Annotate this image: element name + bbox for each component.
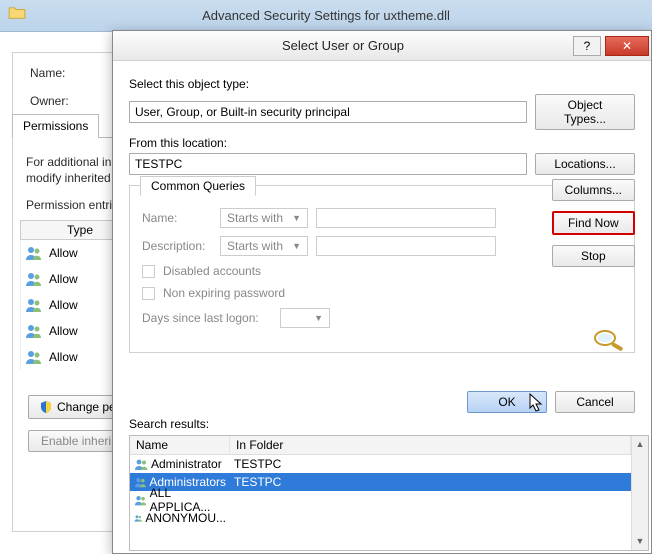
- days-since-combo[interactable]: ▼: [280, 308, 330, 328]
- info-text-2: modify inherited: [26, 171, 111, 185]
- disabled-accounts-label: Disabled accounts: [163, 264, 261, 278]
- chevron-down-icon: ▼: [292, 213, 301, 223]
- results-table: Name In Folder AdministratorTESTPCAdmini…: [129, 435, 649, 551]
- chevron-down-icon: ▼: [292, 241, 301, 251]
- shield-icon: [39, 400, 53, 414]
- location-label: From this location:: [129, 136, 635, 150]
- locations-button[interactable]: Locations...: [535, 153, 635, 175]
- entries-label: Permission entri: [26, 198, 112, 212]
- results-col-name[interactable]: Name: [130, 436, 230, 454]
- user-icon: [25, 270, 43, 288]
- non-expiring-label: Non expiring password: [163, 286, 285, 300]
- result-row[interactable]: ANONYMOU...: [130, 509, 631, 527]
- location-input[interactable]: [129, 153, 527, 175]
- query-name-label: Name:: [142, 211, 212, 225]
- enable-inheritance-button[interactable]: Enable inheri: [28, 430, 124, 452]
- info-text-1: For additional in: [26, 155, 111, 169]
- desc-query-input[interactable]: [316, 236, 496, 256]
- name-match-combo[interactable]: Starts with▼: [220, 208, 308, 228]
- results-header: Name In Folder: [130, 436, 631, 455]
- folder-icon: [8, 6, 26, 20]
- days-since-label: Days since last logon:: [142, 311, 272, 325]
- chevron-down-icon: ▼: [314, 313, 323, 323]
- dialog-title: Select User or Group: [113, 38, 573, 53]
- user-icon: [25, 348, 43, 366]
- results-col-folder[interactable]: In Folder: [230, 436, 631, 454]
- results-scrollbar[interactable]: ▲ ▼: [631, 436, 648, 550]
- dialog-body: Select this object type: Object Types...…: [113, 61, 651, 363]
- dialog-titlebar: Select User or Group ? ✕: [113, 31, 651, 61]
- columns-button[interactable]: Columns...: [552, 179, 635, 201]
- user-icon: [25, 244, 43, 262]
- result-row[interactable]: AdministratorTESTPC: [130, 455, 631, 473]
- result-row[interactable]: ALL APPLICA...: [130, 491, 631, 509]
- help-button[interactable]: ?: [573, 36, 601, 56]
- main-window-titlebar: Advanced Security Settings for uxtheme.d…: [0, 0, 652, 32]
- user-icon: [25, 296, 43, 314]
- main-window-title: Advanced Security Settings for uxtheme.d…: [202, 8, 450, 23]
- scroll-up-icon[interactable]: ▲: [632, 436, 648, 453]
- search-results-label: Search results:: [129, 417, 209, 431]
- tab-permissions[interactable]: Permissions: [12, 114, 99, 138]
- select-user-group-dialog: Select User or Group ? ✕ Select this obj…: [112, 30, 652, 554]
- scroll-down-icon[interactable]: ▼: [632, 533, 648, 550]
- object-type-input[interactable]: [129, 101, 527, 123]
- find-now-button[interactable]: Find Now: [552, 211, 635, 235]
- query-desc-label: Description:: [142, 239, 212, 253]
- owner-label: Owner:: [30, 94, 69, 108]
- disabled-accounts-checkbox[interactable]: [142, 265, 155, 278]
- name-query-input[interactable]: [316, 208, 496, 228]
- object-types-button[interactable]: Object Types...: [535, 94, 635, 130]
- non-expiring-checkbox[interactable]: [142, 287, 155, 300]
- cancel-button[interactable]: Cancel: [555, 391, 635, 413]
- close-icon: ✕: [622, 39, 632, 53]
- desc-match-combo[interactable]: Starts with▼: [220, 236, 308, 256]
- user-group-icon: [134, 511, 142, 525]
- object-type-label: Select this object type:: [129, 77, 635, 91]
- search-icon: [589, 326, 629, 354]
- stop-button[interactable]: Stop: [552, 245, 635, 267]
- user-group-icon: [134, 493, 147, 507]
- name-label: Name:: [30, 66, 65, 80]
- common-queries-tab[interactable]: Common Queries: [140, 176, 256, 196]
- ok-button[interactable]: OK: [467, 391, 547, 413]
- user-group-icon: [134, 457, 148, 471]
- close-button[interactable]: ✕: [605, 36, 649, 56]
- user-icon: [25, 322, 43, 340]
